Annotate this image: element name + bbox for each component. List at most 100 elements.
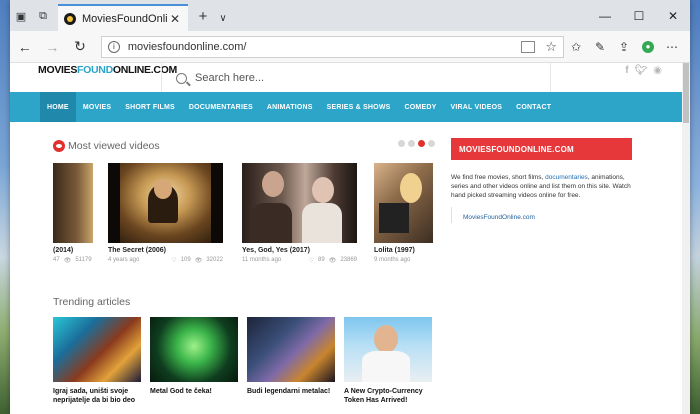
most-viewed-title: Most viewed videos: [68, 140, 160, 152]
twitter-icon[interactable]: 🐦︎: [635, 65, 648, 76]
video-card[interactable]: Lolita (1997) 9 months ago: [374, 163, 433, 263]
video-title[interactable]: (2014): [53, 247, 93, 254]
scrollbar-thumb[interactable]: [683, 63, 689, 123]
nav-documentaries[interactable]: DOCUMENTARIES: [182, 92, 260, 122]
views-count: 32022: [206, 257, 223, 263]
video-age: 4 years ago: [108, 257, 140, 263]
sidebar-link-rule: [451, 207, 452, 223]
nav-animations[interactable]: ANIMATIONS: [260, 92, 320, 122]
carousel-dot-3[interactable]: [418, 140, 425, 147]
video-title[interactable]: Lolita (1997): [374, 247, 433, 254]
minimize-button[interactable]: —: [588, 0, 622, 31]
forward-button[interactable]: →: [40, 34, 66, 60]
facebook-icon[interactable]: f: [625, 65, 628, 76]
favorite-star-icon[interactable]: ☆: [545, 39, 557, 55]
article-card[interactable]: A New Crypto-Currency Token Has Arrived!: [344, 317, 432, 405]
favorites-icon[interactable]: ✩: [564, 35, 588, 59]
video-thumbnail[interactable]: [374, 163, 433, 243]
sidebar-description: We find free movies, short films, docume…: [451, 173, 636, 200]
article-thumbnail[interactable]: [247, 317, 335, 382]
article-card[interactable]: Igraj sada, uništi svoje neprijatelje da…: [53, 317, 141, 405]
article-title[interactable]: Igraj sada, uništi svoje neprijatelje da…: [53, 388, 141, 405]
video-card[interactable]: Yes, God, Yes (2017) 11 months ago ♡ 89 👁︎…: [242, 163, 357, 264]
video-card[interactable]: The Secret (2006) 4 years ago ♡ 109 👁︎ 3202…: [108, 163, 223, 264]
nav-short-films[interactable]: SHORT FILMS: [118, 92, 182, 122]
address-bar-row: ← → ↻ i moviesfoundonline.com/ ☆ ✩ ✎ ⇪ ●…: [10, 31, 690, 63]
rss-icon[interactable]: ◉: [653, 65, 662, 76]
sidebar-title: MOVIESFOUNDONLINE.COM: [451, 138, 632, 160]
video-thumbnail[interactable]: [242, 163, 357, 243]
video-meta: 47 👁︎ 51179: [53, 257, 93, 264]
tabs-aside-icon[interactable]: ⧉: [32, 5, 54, 27]
tab-moviesfoundonline[interactable]: MoviesFoundOnline.cor ✕: [58, 4, 188, 31]
video-title[interactable]: The Secret (2006): [108, 247, 223, 254]
nav-home[interactable]: HOME: [40, 92, 76, 122]
extension-icon[interactable]: ●: [636, 35, 660, 59]
article-title[interactable]: A New Crypto-Currency Token Has Arrived!: [344, 388, 432, 405]
video-age: 9 months ago: [374, 257, 411, 263]
tab-actions-icon[interactable]: ▣: [10, 5, 32, 27]
heart-icon: ♡: [171, 258, 177, 264]
browser-toolbar: ✩ ✎ ⇪ ● ⋯: [564, 35, 684, 59]
nav-viral-videos[interactable]: VIRAL VIDEOS: [443, 92, 509, 122]
carousel-dot-1[interactable]: [398, 140, 405, 147]
article-thumbnail[interactable]: [150, 317, 238, 382]
likes-count: 109: [180, 257, 191, 263]
tab-title: MoviesFoundOnline.cor: [82, 12, 168, 25]
carousel-dot-2[interactable]: [408, 140, 415, 147]
close-window-button[interactable]: ✕: [656, 0, 690, 31]
site-logo[interactable]: MOVIESFOUNDONLINE.COM: [38, 64, 177, 76]
article-thumbnail[interactable]: [53, 317, 141, 382]
carousel-dots: [398, 140, 435, 147]
nav-contact[interactable]: CONTACT: [509, 92, 558, 122]
refresh-button[interactable]: ↻: [67, 34, 93, 60]
back-button[interactable]: ←: [12, 34, 38, 60]
browser-window: ▣ ⧉ MoviesFoundOnline.cor ✕ + ∨ — ☐ ✕ ← …: [10, 0, 690, 414]
article-title[interactable]: Budi legendarni metalac!: [247, 388, 335, 397]
page-scrollbar[interactable]: [682, 63, 690, 414]
pen-icon[interactable]: ✎: [588, 35, 612, 59]
close-tab-icon[interactable]: ✕: [168, 12, 182, 26]
views-icon: 👁︎: [194, 258, 203, 264]
search-input[interactable]: Search here...: [195, 72, 264, 84]
video-thumbnail[interactable]: [53, 163, 93, 243]
share-icon[interactable]: ⇪: [612, 35, 636, 59]
views-icon: 👁︎: [63, 258, 72, 264]
search-icon: [176, 72, 187, 84]
nav-series-shows[interactable]: SERIES & SHOWS: [320, 92, 398, 122]
more-menu-icon[interactable]: ⋯: [660, 35, 684, 59]
page-content: Most viewed videos (2014) 47 👁︎ 51179 Th…: [10, 122, 690, 414]
video-card[interactable]: (2014) 47 👁︎ 51179: [53, 163, 93, 264]
views-icon: 👁︎: [328, 258, 337, 264]
address-input[interactable]: i moviesfoundonline.com/ ☆: [100, 35, 564, 58]
views-count: 51179: [75, 257, 92, 263]
site-favicon-icon: [64, 12, 76, 25]
article-card[interactable]: Metal God te čeka!: [150, 317, 238, 397]
video-age: 11 months ago: [242, 257, 282, 263]
nav-movies[interactable]: MOVIES: [76, 92, 118, 122]
reading-view-icon[interactable]: [521, 40, 536, 53]
video-title[interactable]: Yes, God, Yes (2017): [242, 247, 357, 254]
video-meta: 11 months ago ♡ 89 👁︎ 23869: [242, 257, 357, 264]
heart-icon: ♡: [308, 258, 314, 264]
maximize-button[interactable]: ☐: [622, 0, 656, 31]
article-title[interactable]: Metal God te čeka!: [150, 388, 238, 397]
nav-comedy[interactable]: COMEDY: [398, 92, 444, 122]
carousel-dot-4[interactable]: [428, 140, 435, 147]
url-text: moviesfoundonline.com/: [127, 40, 247, 53]
social-links: f 🐦︎ ◉: [625, 65, 662, 76]
likes-count: 89: [318, 257, 325, 263]
sidebar-site-link[interactable]: MoviesFoundOnline.com: [463, 214, 535, 221]
main-nav: HOME MOVIES SHORT FILMS DOCUMENTARIES AN…: [10, 92, 690, 122]
video-thumbnail[interactable]: [108, 163, 223, 243]
logo-part-movies: MOVIES: [38, 64, 78, 76]
documentaries-link[interactable]: documentaries: [545, 174, 588, 181]
tab-bar: ▣ ⧉ MoviesFoundOnline.cor ✕ + ∨ — ☐ ✕: [10, 0, 690, 31]
article-card[interactable]: Budi legendarni metalac!: [247, 317, 335, 397]
video-meta: 9 months ago: [374, 257, 433, 263]
tab-list-chevron-icon[interactable]: ∨: [214, 13, 232, 24]
video-meta: 4 years ago ♡ 109 👁︎ 32022: [108, 257, 223, 264]
site-info-icon[interactable]: i: [107, 40, 120, 53]
new-tab-button[interactable]: +: [192, 8, 214, 25]
article-thumbnail[interactable]: [344, 317, 432, 382]
